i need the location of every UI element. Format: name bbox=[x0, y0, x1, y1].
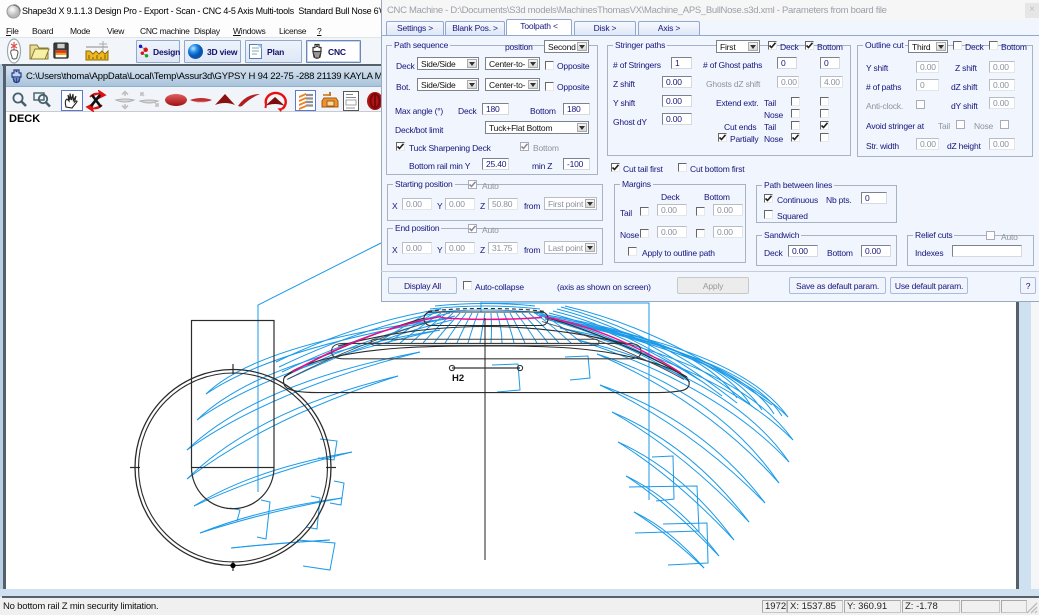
svg-text:H2: H2 bbox=[452, 373, 464, 384]
